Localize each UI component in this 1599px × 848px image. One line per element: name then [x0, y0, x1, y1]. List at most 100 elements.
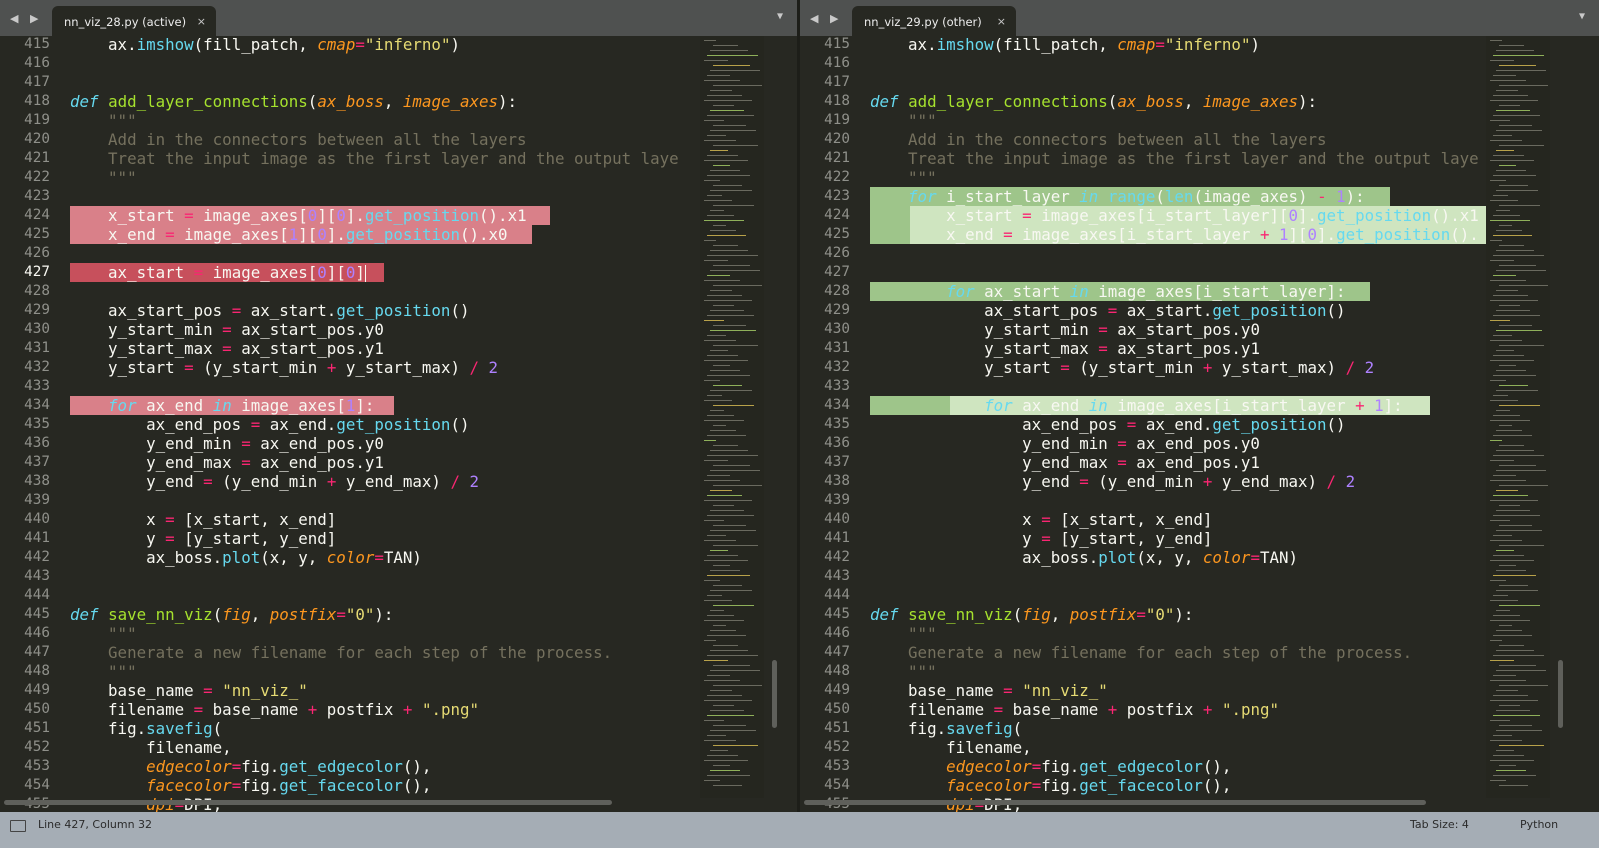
code-line[interactable]: ax_boss.plot(x, y, color=TAN)	[870, 548, 1298, 567]
code-line[interactable]: Generate a new filename for each step of…	[70, 643, 612, 662]
code-line[interactable]: """	[70, 662, 137, 681]
code-line[interactable]: ax_start = image_axes[0][0]	[70, 263, 366, 282]
tab-size-indicator[interactable]: Tab Size: 4	[1410, 818, 1469, 831]
code-line[interactable]: facecolor=fig.get_facecolor(),	[70, 776, 431, 795]
code-line[interactable]: """	[870, 662, 937, 681]
code-line[interactable]: filename = base_name + postfix + ".png"	[70, 700, 479, 719]
code-line[interactable]: x_end = image_axes[i_start_layer + 1][0]…	[870, 225, 1479, 244]
horizontal-scrollbar[interactable]	[4, 800, 612, 805]
horizontal-scrollbar[interactable]	[804, 800, 1426, 805]
code-line[interactable]: Add in the connectors between all the la…	[870, 130, 1326, 149]
code-line[interactable]: fig.savefig(	[70, 719, 222, 738]
minimap-line	[1496, 210, 1510, 211]
panel-toggle-icon[interactable]	[10, 820, 26, 832]
minimap-line	[1490, 660, 1514, 661]
code-line[interactable]: def save_nn_viz(fig, postfix="0"):	[70, 605, 393, 624]
editor-pane-right[interactable]: ◀ ▶ nn_viz_29.py (other) × ▼ 415 416 417 41…	[800, 0, 1599, 828]
code-line[interactable]: y_start = (y_start_min + y_start_max) / …	[870, 358, 1374, 377]
code-line[interactable]: y_end = (y_end_min + y_end_max) / 2	[870, 472, 1355, 491]
code-line[interactable]: base_name = "nn_viz_"	[870, 681, 1108, 700]
code-line[interactable]: y = [y_start, y_end]	[70, 529, 336, 548]
code-line[interactable]: """	[70, 111, 137, 130]
editor-pane-left[interactable]: ◀ ▶ nn_viz_28.py (active) × ▼ 415 416 417 4…	[0, 0, 797, 828]
minimap-line	[1496, 190, 1538, 191]
code-line[interactable]: x = [x_start, x_end]	[870, 510, 1212, 529]
code-line[interactable]: ax_end_pos = ax_end.get_position()	[70, 415, 469, 434]
code-line[interactable]: fig.savefig(	[870, 719, 1022, 738]
minimap-line	[710, 270, 760, 271]
code-line[interactable]: y = [y_start, y_end]	[870, 529, 1212, 548]
minimap-line	[1493, 575, 1536, 576]
code-line[interactable]: """	[70, 624, 137, 643]
minimap[interactable]	[1486, 36, 1550, 798]
tab-nn-viz-28[interactable]: nn_viz_28.py (active) ×	[52, 6, 216, 36]
minimap-line	[1490, 140, 1522, 141]
minimap-line	[710, 570, 740, 571]
code-line[interactable]: for ax_end in image_axes[1]:	[70, 396, 374, 415]
minimap-line	[704, 120, 724, 121]
syntax-language[interactable]: Python	[1520, 818, 1558, 831]
code-line[interactable]: """	[70, 168, 137, 187]
minimap-line	[710, 750, 728, 751]
code-line[interactable]: edgecolor=fig.get_edgecolor(),	[70, 757, 431, 776]
code-line[interactable]: y_end_max = ax_end_pos.y1	[870, 453, 1260, 472]
minimap[interactable]	[700, 36, 764, 798]
code-line[interactable]: x = [x_start, x_end]	[70, 510, 336, 529]
code-line[interactable]: y_start_max = ax_start_pos.y1	[870, 339, 1260, 358]
minimap-line	[713, 365, 730, 366]
code-line[interactable]: ax_start_pos = ax_start.get_position()	[70, 301, 469, 320]
code-line[interactable]: for ax_start in image_axes[i_start_layer…	[870, 282, 1345, 301]
code-line[interactable]: y_start_max = ax_start_pos.y1	[70, 339, 384, 358]
vertical-scrollbar[interactable]	[772, 660, 777, 728]
code-line[interactable]: ax_end_pos = ax_end.get_position()	[870, 415, 1345, 434]
code-line[interactable]: ax_start_pos = ax_start.get_position()	[870, 301, 1345, 320]
code-line[interactable]: y_start_min = ax_start_pos.y0	[70, 320, 384, 339]
tab-nav-arrows[interactable]: ◀ ▶	[10, 12, 42, 25]
tab-nav-arrows[interactable]: ◀ ▶	[810, 12, 842, 25]
code-line[interactable]: ax.imshow(fill_patch, cmap="inferno")	[70, 35, 460, 54]
code-line[interactable]: for ax_end in image_axes[i_start_layer +…	[870, 396, 1403, 415]
code-line[interactable]: """	[870, 624, 937, 643]
code-line[interactable]: """	[870, 111, 937, 130]
line-number: 448	[24, 663, 50, 679]
code-line[interactable]: base_name = "nn_viz_"	[70, 681, 308, 700]
code-line[interactable]: filename,	[70, 738, 232, 757]
tab-nn-viz-29[interactable]: nn_viz_29.py (other) ×	[852, 6, 1016, 36]
chevron-down-icon[interactable]: ▼	[777, 11, 783, 22]
code-line[interactable]: Treat the input image as the first layer…	[870, 149, 1479, 168]
chevron-down-icon[interactable]: ▼	[1579, 11, 1585, 22]
minimap-line	[1496, 50, 1534, 51]
code-line[interactable]: y_end = (y_end_min + y_end_max) / 2	[70, 472, 479, 491]
code-line[interactable]: filename = base_name + postfix + ".png"	[870, 700, 1279, 719]
code-line[interactable]: y_end_max = ax_end_pos.y1	[70, 453, 384, 472]
line-number: 442	[24, 549, 50, 565]
code-line[interactable]: edgecolor=fig.get_edgecolor(),	[870, 757, 1231, 776]
code-line[interactable]: for i_start_layer in range(len(image_axe…	[870, 187, 1365, 206]
code-line[interactable]: Generate a new filename for each step of…	[870, 643, 1412, 662]
code-line[interactable]: """	[870, 168, 937, 187]
code-line[interactable]: y_start = (y_start_min + y_start_max) / …	[70, 358, 498, 377]
code-line[interactable]: x_start = image_axes[i_start_layer][0].g…	[870, 206, 1479, 225]
minimap-line	[1493, 495, 1528, 496]
code-line[interactable]: filename,	[870, 738, 1032, 757]
close-icon[interactable]: ×	[997, 6, 1006, 38]
line-number: 422	[824, 169, 850, 185]
close-icon[interactable]: ×	[197, 6, 206, 38]
minimap-line	[1496, 550, 1514, 551]
code-line[interactable]: Add in the connectors between all the la…	[70, 130, 526, 149]
minimap-line	[1499, 385, 1528, 386]
minimap-line	[1490, 60, 1514, 61]
code-line[interactable]: x_start = image_axes[0][0].get_position(…	[70, 206, 527, 225]
code-line[interactable]: x_end = image_axes[1][0].get_position().…	[70, 225, 508, 244]
code-line[interactable]: y_start_min = ax_start_pos.y0	[870, 320, 1260, 339]
code-line[interactable]: y_end_min = ax_end_pos.y0	[70, 434, 384, 453]
vertical-scrollbar[interactable]	[1558, 660, 1563, 728]
code-line[interactable]: def add_layer_connections(ax_boss, image…	[870, 92, 1317, 111]
code-line[interactable]: facecolor=fig.get_facecolor(),	[870, 776, 1231, 795]
code-line[interactable]: def add_layer_connections(ax_boss, image…	[70, 92, 517, 111]
code-line[interactable]: ax_boss.plot(x, y, color=TAN)	[70, 548, 422, 567]
code-line[interactable]: def save_nn_viz(fig, postfix="0"):	[870, 605, 1193, 624]
code-line[interactable]: y_end_min = ax_end_pos.y0	[870, 434, 1260, 453]
code-line[interactable]: ax.imshow(fill_patch, cmap="inferno")	[870, 35, 1260, 54]
code-line[interactable]: Treat the input image as the first layer…	[70, 149, 679, 168]
